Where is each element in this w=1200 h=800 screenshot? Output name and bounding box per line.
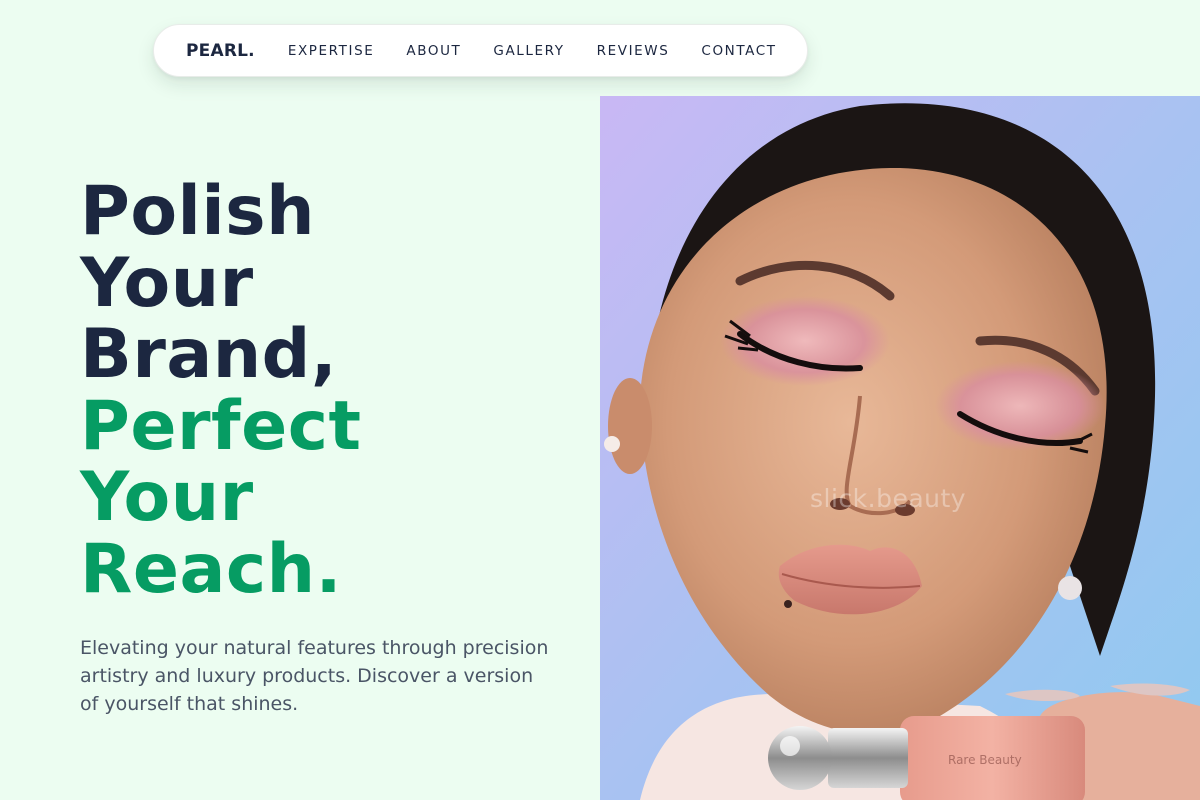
navbar: PEARL. EXPERTISE ABOUT GALLERY REVIEWS C… <box>153 24 808 77</box>
hero-title-line: Brand, <box>80 315 338 394</box>
nav-link-about[interactable]: ABOUT <box>406 43 461 59</box>
nav-link-reviews[interactable]: REVIEWS <box>597 43 670 59</box>
hero-portrait-image: Rare Beauty slick.beauty <box>600 96 1200 800</box>
hero-description: Elevating your natural features through … <box>80 637 549 715</box>
hero-accent-line: Perfect <box>80 386 362 466</box>
nav-link-contact[interactable]: CONTACT <box>701 43 776 59</box>
hero-title-line: Polish <box>80 172 316 251</box>
nav-link-gallery[interactable]: GALLERY <box>493 43 564 59</box>
hero-accent-line: Your <box>80 458 254 537</box>
nav-link-expertise[interactable]: EXPERTISE <box>288 43 375 59</box>
hero-accent-line: Reach. <box>80 529 342 609</box>
hero-title-line: Your <box>80 243 254 323</box>
product-label: Rare Beauty <box>948 753 1022 767</box>
image-watermark: slick.beauty <box>810 484 967 513</box>
logo[interactable]: PEARL. <box>186 41 255 61</box>
hero-title: Polish Your Brand, Perfect Your Reach. <box>80 176 362 605</box>
